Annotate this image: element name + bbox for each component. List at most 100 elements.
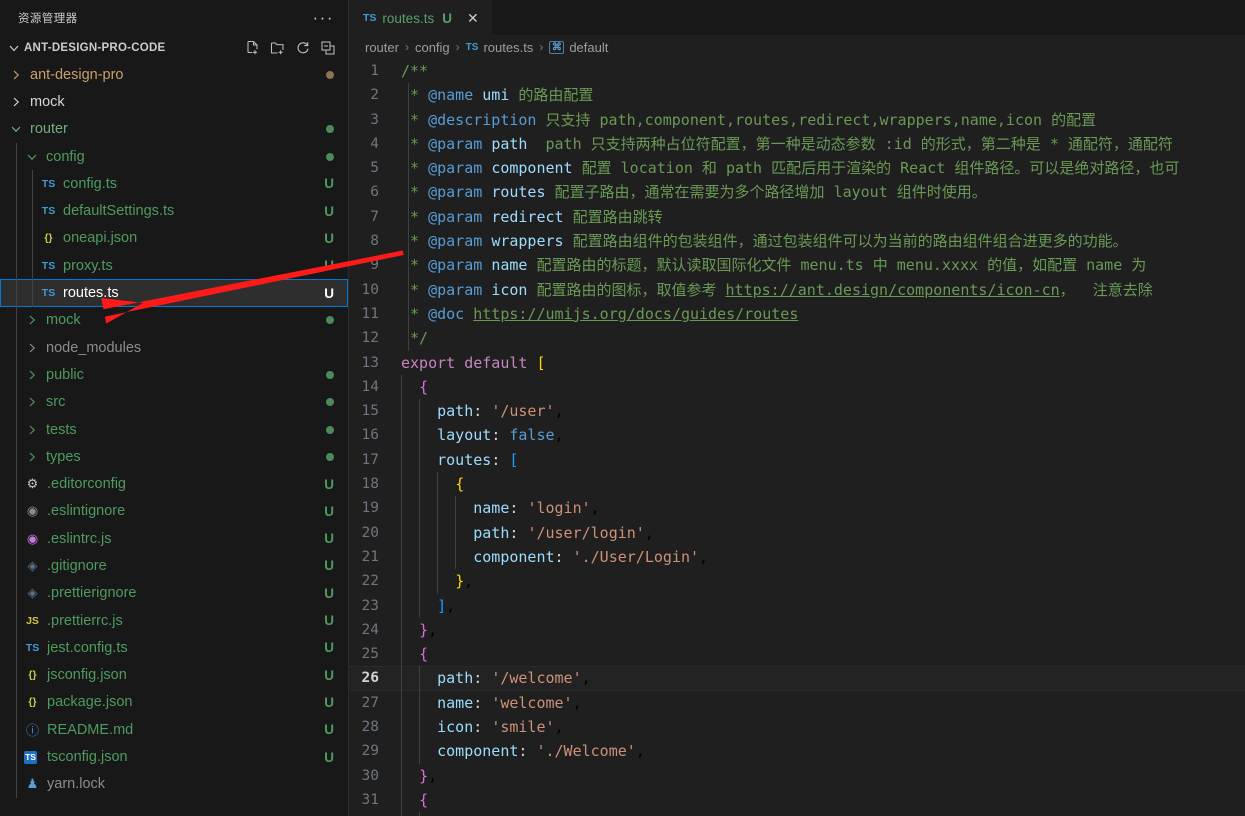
file-tree-folder[interactable]: node_modules xyxy=(0,333,348,362)
code-line[interactable]: 29 component: './Welcome', xyxy=(349,739,1245,764)
code-editor[interactable]: 1/** 2 * @name umi 的路由配置 3 * @description … xyxy=(349,59,1245,816)
chevron-right-icon[interactable] xyxy=(8,67,24,83)
new-folder-icon[interactable] xyxy=(270,40,286,56)
file-tree-folder[interactable]: public xyxy=(0,361,348,389)
tab-routes-ts[interactable]: TS routes.ts U ✕ xyxy=(349,0,492,35)
code-line[interactable]: 10 * @param icon 配置路由的图标，取值参考 https://an… xyxy=(349,277,1245,302)
indent-guide xyxy=(32,252,33,280)
code-line-text: * @param wrappers 配置路由组件的包装组件，通过包装组件可以为当… xyxy=(401,232,1128,251)
code-line[interactable]: 24 }, xyxy=(349,617,1245,643)
code-line[interactable]: 3 * @description 只支持 path,component,rout… xyxy=(349,107,1245,132)
close-icon[interactable]: ✕ xyxy=(464,9,482,27)
code-line[interactable]: 28 icon: 'smile', xyxy=(349,715,1245,740)
code-line[interactable]: 31 { xyxy=(349,787,1245,813)
code-line[interactable]: 17 routes: [ xyxy=(349,447,1245,473)
file-tree-item-selected[interactable]: TS routes.ts U xyxy=(0,279,348,307)
indent-guide xyxy=(16,279,17,307)
new-file-icon[interactable] xyxy=(245,40,261,56)
code-line[interactable]: 11 * @doc https://umijs.org/docs/guides/… xyxy=(349,301,1245,327)
file-tree-item-label: .eslintignore xyxy=(47,503,126,520)
refresh-icon[interactable] xyxy=(295,40,311,56)
chevron-right-icon[interactable] xyxy=(24,422,40,438)
collapse-all-icon[interactable] xyxy=(320,40,336,56)
file-tree-folder[interactable]: src xyxy=(0,388,348,416)
file-tree-folder[interactable]: ant-design-pro xyxy=(0,61,348,88)
file-tree-file[interactable]: TS tsconfig.json U xyxy=(0,743,348,771)
code-line[interactable]: 12 */ xyxy=(349,326,1245,351)
code-line[interactable]: 16 layout: false, xyxy=(349,423,1245,448)
file-tree-file[interactable]: ◉ .eslintignore U xyxy=(0,497,348,526)
file-tree-folder[interactable]: config xyxy=(0,142,348,171)
file-tree-file[interactable]: ⓘ README.md U xyxy=(0,716,348,744)
code-line[interactable]: 19 name: 'login', xyxy=(349,496,1245,521)
chevron-down-icon[interactable] xyxy=(24,149,40,165)
breadcrumb-item[interactable]: router xyxy=(365,40,399,55)
code-line[interactable]: 27 name: 'welcome', xyxy=(349,690,1245,716)
file-tree-file[interactable]: ◈ .prettierignore U xyxy=(0,579,348,607)
file-tree[interactable]: ant-design-pro mock router config TS config.t… xyxy=(0,61,348,816)
line-number: 8 xyxy=(370,233,379,250)
code-line[interactable]: 1 /** xyxy=(349,59,1245,83)
code-indent-guide xyxy=(401,374,402,400)
more-actions-icon[interactable]: ··· xyxy=(307,9,340,26)
explorer-title: 资源管理器 xyxy=(18,12,78,25)
file-tree-file[interactable]: ◉ .eslintrc.js U xyxy=(0,525,348,553)
code-line[interactable]: 30 }, xyxy=(349,763,1245,788)
code-line[interactable]: 15 path: '/user', xyxy=(349,399,1245,424)
line-number: 30 xyxy=(361,767,379,784)
chevron-right-icon[interactable] xyxy=(24,340,40,356)
file-tree-file[interactable]: JS .prettierrc.js U xyxy=(0,606,348,635)
chevron-down-icon[interactable] xyxy=(8,121,24,137)
git-status-badge: U xyxy=(324,640,334,656)
code-line[interactable]: 20 path: '/user/login', xyxy=(349,520,1245,545)
code-line[interactable]: 32 path: '/admin', xyxy=(349,812,1245,816)
code-indent-guide xyxy=(419,690,420,716)
chevron-right-icon[interactable] xyxy=(24,367,40,383)
code-line[interactable]: 9 * @param name 配置路由的标题，默认读取国际化文件 menu.t… xyxy=(349,253,1245,278)
code-line[interactable]: 18 { xyxy=(349,472,1245,497)
code-line-text: path: '/welcome', xyxy=(437,669,591,688)
file-tree-file[interactable]: TS defaultSettings.ts U xyxy=(0,197,348,225)
git-status-badge: U xyxy=(324,694,334,710)
code-line-text: component: './User/Login', xyxy=(473,547,709,566)
line-number: 9 xyxy=(370,257,379,274)
file-tree-folder[interactable]: mock xyxy=(0,88,348,115)
file-tree-file[interactable]: ♟ yarn.lock xyxy=(0,770,348,799)
file-tree-folder[interactable]: types xyxy=(0,443,348,471)
file-tree-folder[interactable]: tests xyxy=(0,415,348,444)
file-tree-folder[interactable]: router xyxy=(0,116,348,143)
file-tree-file[interactable]: {} package.json U xyxy=(0,688,348,717)
chevron-down-icon[interactable] xyxy=(6,40,22,56)
chevron-right-icon[interactable] xyxy=(8,94,24,110)
code-line[interactable]: 23 ], xyxy=(349,593,1245,618)
code-line[interactable]: 7 * @param redirect 配置路由跳转 xyxy=(349,204,1245,230)
code-line-active[interactable]: 26 path: '/welcome', xyxy=(349,666,1245,691)
code-line[interactable]: 8 * @param wrappers 配置路由组件的包装组件，通过包装组件可以… xyxy=(349,229,1245,254)
file-tree-folder[interactable]: mock xyxy=(0,306,348,334)
indent-guide xyxy=(16,770,17,799)
file-tree-file[interactable]: {} jsconfig.json U xyxy=(0,661,348,689)
code-line[interactable]: 14 { xyxy=(349,374,1245,400)
file-tree-file[interactable]: TS proxy.ts U xyxy=(0,252,348,280)
breadcrumb-item[interactable]: ⌘ default xyxy=(549,40,608,55)
file-tree-file[interactable]: ⚙ .editorconfig U xyxy=(0,470,348,498)
breadcrumb-item[interactable]: TS routes.ts xyxy=(466,40,534,55)
file-tree-file[interactable]: {} oneapi.json U xyxy=(0,224,348,253)
chevron-right-icon[interactable] xyxy=(24,312,40,328)
chevron-right-icon[interactable] xyxy=(24,449,40,465)
code-line[interactable]: 21 component: './User/Login', xyxy=(349,544,1245,570)
code-line[interactable]: 22 }, xyxy=(349,569,1245,594)
code-line-text: { xyxy=(455,475,465,494)
code-line[interactable]: 2 * @name umi 的路由配置 xyxy=(349,83,1245,108)
chevron-right-icon[interactable] xyxy=(24,394,40,410)
code-line[interactable]: 13 export default [ xyxy=(349,351,1245,375)
code-line[interactable]: 5 * @param component 配置 location 和 path … xyxy=(349,156,1245,181)
breadcrumb-item[interactable]: config xyxy=(415,40,450,55)
code-line[interactable]: 4 * @param path path 只支持两种占位符配置，第一种是动态参数… xyxy=(349,131,1245,157)
code-line[interactable]: 25 { xyxy=(349,642,1245,667)
file-tree-file[interactable]: ◈ .gitignore U xyxy=(0,552,348,580)
code-line[interactable]: 6 * @param routes 配置子路由，通常在需要为多个路径增加 lay… xyxy=(349,180,1245,205)
file-tree-file[interactable]: TS config.ts U xyxy=(0,170,348,198)
workspace-root-row[interactable]: ANT-DESIGN-PRO-CODE xyxy=(0,35,348,61)
file-tree-file[interactable]: TS jest.config.ts U xyxy=(0,634,348,662)
